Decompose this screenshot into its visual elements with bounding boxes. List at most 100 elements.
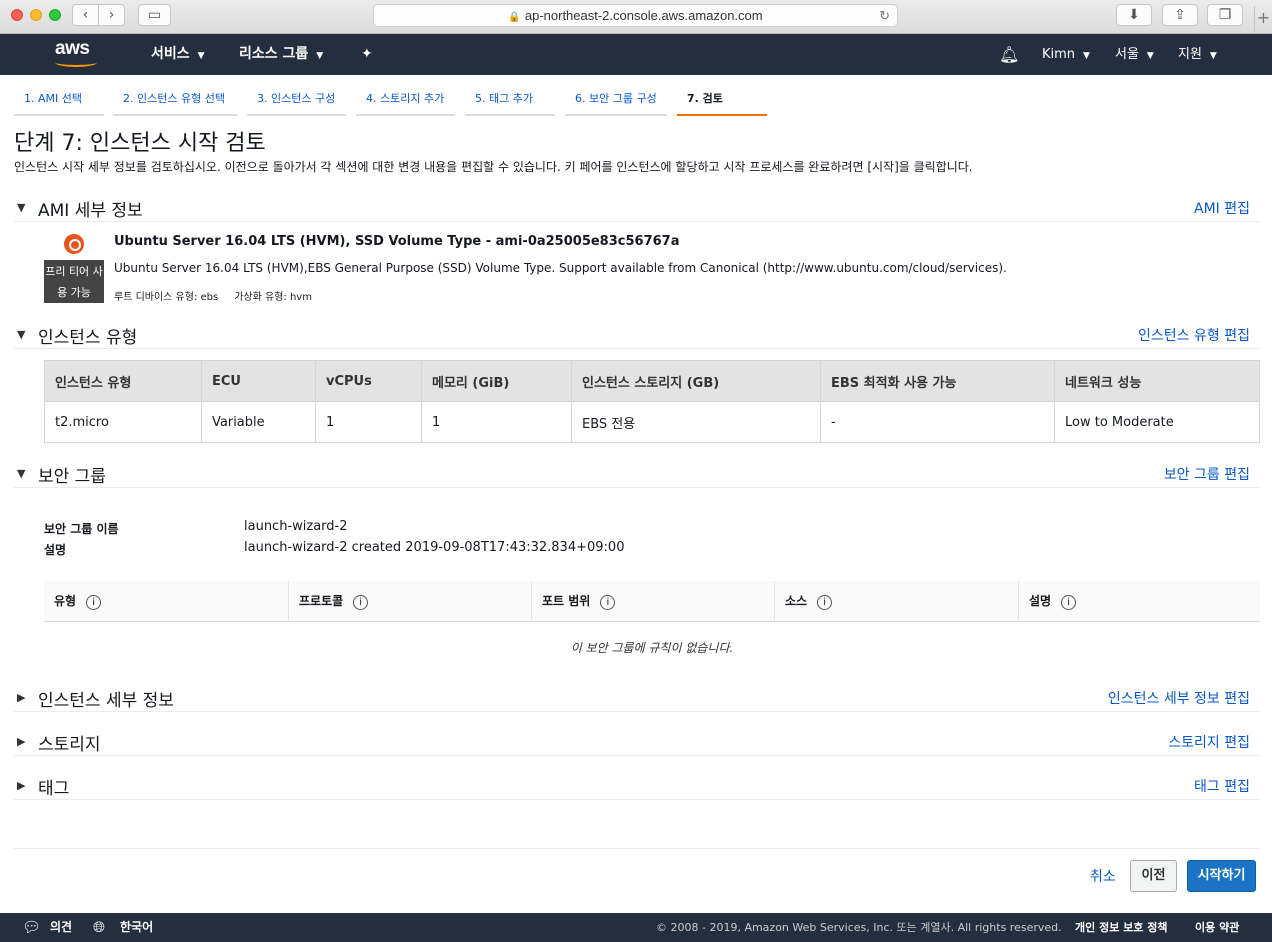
table-header: 인스턴스 스토리지 (GB) [571, 360, 821, 402]
ami-name: Ubuntu Server 16.04 LTS (HVM), SSD Volum… [114, 234, 680, 249]
user-menu[interactable]: Kimn ▼ [1042, 34, 1090, 75]
launch-button[interactable]: 시작하기 [1187, 860, 1256, 892]
step-tab-2[interactable]: 2. 인스턴스 유형 선택 [113, 86, 237, 116]
chevron-down-icon: ▼ [197, 51, 205, 61]
back-icon[interactable]: ‹ [72, 4, 99, 26]
table-cell: 1 [315, 401, 422, 443]
divider [14, 848, 1260, 849]
sg-desc-value: launch-wizard-2 created 2019-09-08T17:43… [244, 540, 625, 555]
rules-col-source: 소스 i [774, 581, 833, 622]
forward-icon[interactable]: › [98, 4, 125, 26]
rules-col-protocol: 프로토콜 i [288, 581, 369, 622]
section-title[interactable]: 스토리지 [38, 730, 101, 755]
info-icon[interactable]: i [353, 595, 369, 610]
sidebar-icon[interactable]: ▭ [138, 4, 171, 26]
terms-link[interactable]: 이용 약관 [1195, 913, 1239, 942]
caret-right-icon[interactable]: ▶ [17, 691, 25, 704]
new-tab-icon[interactable]: + [1254, 6, 1272, 32]
table-header: vCPUs [315, 360, 422, 402]
table-header: 메모리 (GiB) [421, 360, 572, 402]
table-cell: Variable [201, 401, 316, 443]
edit-tags-link[interactable]: 태그 편집 [1194, 776, 1250, 796]
step-tab-6[interactable]: 6. 보안 그룹 구성 [565, 86, 667, 116]
address-bar[interactable]: 🔒 ap-northeast-2.console.aws.amazon.com ↻ [373, 4, 898, 27]
info-icon[interactable]: i [817, 595, 833, 610]
virtualization-type: 가상화 유형: hvm [234, 292, 312, 303]
step-tab-5[interactable]: 5. 태그 추가 [465, 86, 555, 116]
privacy-policy-link[interactable]: 개인 정보 보호 정책 [1075, 913, 1167, 942]
url-text: ap-northeast-2.console.aws.amazon.com [524, 8, 763, 23]
instance-type-table: 인스턴스 유형 ECU vCPUs 메모리 (GiB) 인스턴스 스토리지 (G… [44, 360, 1260, 443]
copyright-text: © 2008 - 2019, Amazon Web Services, Inc.… [656, 921, 1062, 934]
minimize-window-button[interactable] [30, 9, 42, 21]
step-tab-4[interactable]: 4. 스토리지 추가 [356, 86, 455, 116]
share-icon[interactable]: ⇪ [1162, 4, 1198, 26]
section-tags: ▶ 태그 태그 편집 [14, 774, 1260, 800]
bell-icon[interactable]: 🔔︎ [999, 34, 1019, 75]
rules-col-type: 유형 i [44, 581, 102, 622]
feedback-link[interactable]: 의견 [50, 913, 72, 942]
chat-icon[interactable]: 💬︎ [22, 913, 41, 942]
zoom-window-button[interactable] [49, 9, 61, 21]
section-title[interactable]: 보안 그룹 [38, 462, 106, 487]
table-cell: 1 [421, 401, 572, 443]
section-title[interactable]: 인스턴스 유형 [38, 323, 137, 348]
tabs-overview-icon[interactable]: ❐ [1207, 4, 1243, 26]
download-icon[interactable]: ⬇ [1116, 4, 1152, 26]
edit-security-group-link[interactable]: 보안 그룹 편집 [1164, 464, 1250, 484]
browser-toolbar: ‹ › ▭ 🔒 ap-northeast-2.console.aws.amazon… [0, 0, 1272, 34]
caret-right-icon[interactable]: ▶ [17, 735, 25, 748]
chevron-down-icon: ▼ [316, 51, 324, 61]
free-tier-badge: 프리 티어 사용 가능 [44, 260, 104, 303]
caret-down-icon[interactable]: ▼ [17, 328, 25, 341]
ami-description: Ubuntu Server 16.04 LTS (HVM),EBS Genera… [114, 261, 1007, 275]
support-menu[interactable]: 지원 ▼ [1178, 34, 1217, 75]
table-cell: Low to Moderate [1054, 401, 1260, 443]
caret-down-icon[interactable]: ▼ [17, 201, 25, 214]
table-cell: EBS 전용 [571, 401, 821, 443]
pin-icon[interactable]: ✦ [361, 34, 373, 75]
page-description: 인스턴스 시작 세부 정보를 검토하십시오. 이전으로 돌아가서 각 섹션에 대… [14, 160, 973, 174]
step-tab-7[interactable]: 7. 검토 [677, 86, 767, 116]
table-cell: - [820, 401, 1055, 443]
globe-icon[interactable]: 🌐︎ [93, 913, 105, 942]
rules-col-port-range: 포트 범위 i [531, 581, 616, 622]
edit-ami-link[interactable]: AMI 편집 [1194, 198, 1250, 218]
chevron-down-icon: ▼ [1146, 51, 1154, 61]
edit-instance-details-link[interactable]: 인스턴스 세부 정보 편집 [1108, 688, 1250, 708]
sg-name-value: launch-wizard-2 [244, 519, 348, 534]
previous-button[interactable]: 이전 [1130, 860, 1177, 892]
resource-groups-menu[interactable]: 리소스 그룹 ▼ [239, 34, 323, 75]
rules-col-description: 설명 i [1018, 581, 1077, 622]
ubuntu-icon [64, 234, 84, 254]
chevron-down-icon: ▼ [1083, 51, 1090, 61]
services-menu[interactable]: 서비스 ▼ [151, 34, 205, 75]
section-title[interactable]: AMI 세부 정보 [38, 196, 143, 221]
edit-storage-link[interactable]: 스토리지 편집 [1168, 732, 1250, 752]
info-icon[interactable]: i [86, 595, 102, 610]
sg-name-label: 보안 그룹 이름 [44, 522, 119, 536]
section-storage: ▶ 스토리지 스토리지 편집 [14, 730, 1260, 756]
section-instance-details: ▶ 인스턴스 세부 정보 인스턴스 세부 정보 편집 [14, 686, 1260, 712]
reload-icon[interactable]: ↻ [879, 5, 890, 26]
language-link[interactable]: 한국어 [120, 913, 153, 942]
step-tab-1[interactable]: 1. AMI 선택 [14, 86, 104, 116]
section-title[interactable]: 태그 [38, 774, 69, 799]
lock-icon: 🔒 [508, 12, 521, 23]
aws-smile-icon [55, 58, 97, 67]
info-icon[interactable]: i [600, 595, 616, 610]
close-window-button[interactable] [11, 9, 23, 21]
table-header: ECU [201, 360, 316, 402]
region-menu[interactable]: 서울 ▼ [1115, 34, 1154, 75]
caret-down-icon[interactable]: ▼ [17, 467, 25, 480]
aws-logo[interactable]: aws [55, 38, 99, 68]
cancel-button[interactable]: 취소 [1090, 866, 1116, 886]
info-icon[interactable]: i [1061, 595, 1077, 610]
section-title[interactable]: 인스턴스 세부 정보 [38, 686, 174, 711]
caret-right-icon[interactable]: ▶ [17, 779, 25, 792]
edit-instance-type-link[interactable]: 인스턴스 유형 편집 [1138, 325, 1250, 345]
step-tab-3[interactable]: 3. 인스턴스 구성 [247, 86, 346, 116]
table-row: t2.micro Variable 1 1 EBS 전용 - Low to Mo… [44, 401, 1260, 443]
page-title: 단계 7: 인스턴스 시작 검토 [14, 131, 266, 156]
table-header-row: 인스턴스 유형 ECU vCPUs 메모리 (GiB) 인스턴스 스토리지 (G… [44, 360, 1260, 402]
